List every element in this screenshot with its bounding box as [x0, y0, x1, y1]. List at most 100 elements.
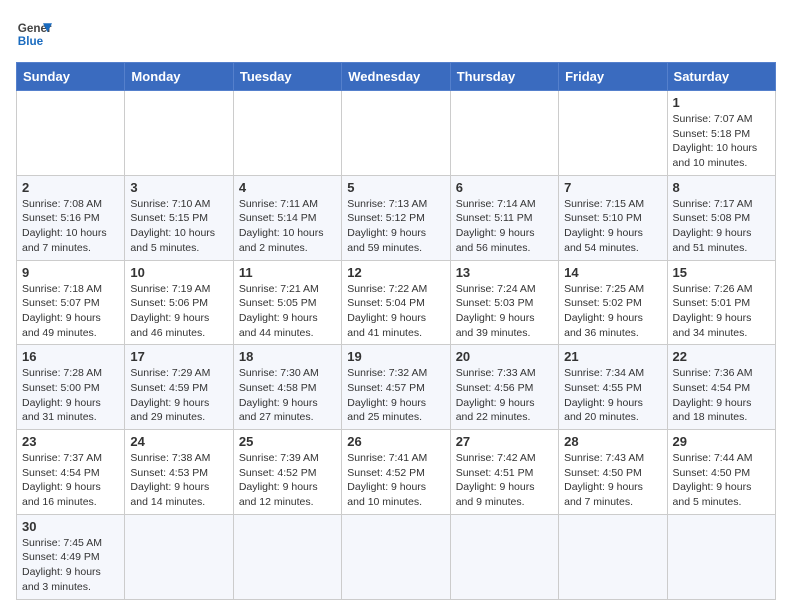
day-number: 29 [673, 434, 770, 449]
day-number: 4 [239, 180, 336, 195]
calendar-cell [450, 91, 558, 176]
calendar-cell: 17 Sunrise: 7:29 AM Sunset: 4:59 PM Dayli… [125, 345, 233, 430]
calendar-cell [342, 514, 450, 599]
calendar-cell: 15 Sunrise: 7:26 AM Sunset: 5:01 PM Dayli… [667, 260, 775, 345]
day-info: Sunrise: 7:25 AM Sunset: 5:02 PM Dayligh… [564, 282, 661, 341]
calendar-cell: 28Sunrise: 7:43 AM Sunset: 4:50 PM Dayli… [559, 430, 667, 515]
logo: General Blue [16, 16, 56, 52]
day-info: Sunrise: 7:38 AM Sunset: 4:53 PM Dayligh… [130, 451, 227, 510]
day-number: 7 [564, 180, 661, 195]
day-number: 25 [239, 434, 336, 449]
day-number: 19 [347, 349, 444, 364]
calendar-cell [667, 514, 775, 599]
day-info: Sunrise: 7:30 AM Sunset: 4:58 PM Dayligh… [239, 366, 336, 425]
calendar-cell [559, 514, 667, 599]
day-info: Sunrise: 7:36 AM Sunset: 4:54 PM Dayligh… [673, 366, 770, 425]
day-number: 27 [456, 434, 553, 449]
day-number: 11 [239, 265, 336, 280]
calendar-cell [125, 514, 233, 599]
day-info: Sunrise: 7:13 AM Sunset: 5:12 PM Dayligh… [347, 197, 444, 256]
day-info: Sunrise: 7:29 AM Sunset: 4:59 PM Dayligh… [130, 366, 227, 425]
calendar-cell: 25Sunrise: 7:39 AM Sunset: 4:52 PM Dayli… [233, 430, 341, 515]
day-number: 14 [564, 265, 661, 280]
calendar-cell [559, 91, 667, 176]
day-number: 6 [456, 180, 553, 195]
day-info: Sunrise: 7:15 AM Sunset: 5:10 PM Dayligh… [564, 197, 661, 256]
day-info: Sunrise: 7:42 AM Sunset: 4:51 PM Dayligh… [456, 451, 553, 510]
calendar-cell: 29 Sunrise: 7:44 AM Sunset: 4:50 PM Dayli… [667, 430, 775, 515]
day-number: 26 [347, 434, 444, 449]
day-info: Sunrise: 7:11 AM Sunset: 5:14 PM Dayligh… [239, 197, 336, 256]
calendar-cell: 30 Sunrise: 7:45 AM Sunset: 4:49 PM Dayli… [17, 514, 125, 599]
day-info: Sunrise: 7:24 AM Sunset: 5:03 PM Dayligh… [456, 282, 553, 341]
day-number: 17 [130, 349, 227, 364]
calendar-cell: 11Sunrise: 7:21 AM Sunset: 5:05 PM Dayli… [233, 260, 341, 345]
calendar-cell: 10 Sunrise: 7:19 AM Sunset: 5:06 PM Dayli… [125, 260, 233, 345]
day-number: 8 [673, 180, 770, 195]
weekday-header-wednesday: Wednesday [342, 63, 450, 91]
day-info: Sunrise: 7:33 AM Sunset: 4:56 PM Dayligh… [456, 366, 553, 425]
calendar-cell: 16 Sunrise: 7:28 AM Sunset: 5:00 PM Dayli… [17, 345, 125, 430]
calendar-table: SundayMondayTuesdayWednesdayThursdayFrid… [16, 62, 776, 600]
calendar-cell [233, 91, 341, 176]
calendar-cell: 6 Sunrise: 7:14 AM Sunset: 5:11 PM Daylig… [450, 175, 558, 260]
calendar-cell: 5 Sunrise: 7:13 AM Sunset: 5:12 PM Daylig… [342, 175, 450, 260]
day-info: Sunrise: 7:14 AM Sunset: 5:11 PM Dayligh… [456, 197, 553, 256]
calendar-cell: 3 Sunrise: 7:10 AM Sunset: 5:15 PM Daylig… [125, 175, 233, 260]
day-number: 16 [22, 349, 119, 364]
day-number: 13 [456, 265, 553, 280]
day-number: 20 [456, 349, 553, 364]
calendar-cell: 8Sunrise: 7:17 AM Sunset: 5:08 PM Daylig… [667, 175, 775, 260]
day-info: Sunrise: 7:45 AM Sunset: 4:49 PM Dayligh… [22, 536, 119, 595]
calendar-cell: 2 Sunrise: 7:08 AM Sunset: 5:16 PM Daylig… [17, 175, 125, 260]
calendar-cell: 24 Sunrise: 7:38 AM Sunset: 4:53 PM Dayli… [125, 430, 233, 515]
svg-text:Blue: Blue [18, 35, 44, 48]
day-number: 2 [22, 180, 119, 195]
day-info: Sunrise: 7:44 AM Sunset: 4:50 PM Dayligh… [673, 451, 770, 510]
calendar-cell: 21 Sunrise: 7:34 AM Sunset: 4:55 PM Dayli… [559, 345, 667, 430]
calendar-cell: 7 Sunrise: 7:15 AM Sunset: 5:10 PM Daylig… [559, 175, 667, 260]
day-number: 30 [22, 519, 119, 534]
day-number: 23 [22, 434, 119, 449]
weekday-header-sunday: Sunday [17, 63, 125, 91]
weekday-header-monday: Monday [125, 63, 233, 91]
calendar-cell: 18 Sunrise: 7:30 AM Sunset: 4:58 PM Dayli… [233, 345, 341, 430]
logo-icon: General Blue [16, 16, 52, 52]
day-info: Sunrise: 7:10 AM Sunset: 5:15 PM Dayligh… [130, 197, 227, 256]
day-number: 3 [130, 180, 227, 195]
day-info: Sunrise: 7:37 AM Sunset: 4:54 PM Dayligh… [22, 451, 119, 510]
day-info: Sunrise: 7:19 AM Sunset: 5:06 PM Dayligh… [130, 282, 227, 341]
calendar-cell: 9Sunrise: 7:18 AM Sunset: 5:07 PM Daylig… [17, 260, 125, 345]
weekday-header-thursday: Thursday [450, 63, 558, 91]
day-number: 24 [130, 434, 227, 449]
day-info: Sunrise: 7:28 AM Sunset: 5:00 PM Dayligh… [22, 366, 119, 425]
day-info: Sunrise: 7:32 AM Sunset: 4:57 PM Dayligh… [347, 366, 444, 425]
calendar-cell: 19 Sunrise: 7:32 AM Sunset: 4:57 PM Dayli… [342, 345, 450, 430]
day-info: Sunrise: 7:22 AM Sunset: 5:04 PM Dayligh… [347, 282, 444, 341]
calendar-cell [17, 91, 125, 176]
day-number: 22 [673, 349, 770, 364]
day-info: Sunrise: 7:08 AM Sunset: 5:16 PM Dayligh… [22, 197, 119, 256]
calendar-cell [233, 514, 341, 599]
day-number: 28 [564, 434, 661, 449]
calendar-cell: 14 Sunrise: 7:25 AM Sunset: 5:02 PM Dayli… [559, 260, 667, 345]
calendar-cell: 12Sunrise: 7:22 AM Sunset: 5:04 PM Dayli… [342, 260, 450, 345]
calendar-cell [342, 91, 450, 176]
day-number: 5 [347, 180, 444, 195]
calendar-cell: 23 Sunrise: 7:37 AM Sunset: 4:54 PM Dayli… [17, 430, 125, 515]
calendar-cell: 1Sunrise: 7:07 AM Sunset: 5:18 PM Daylig… [667, 91, 775, 176]
day-number: 15 [673, 265, 770, 280]
calendar-cell: 27 Sunrise: 7:42 AM Sunset: 4:51 PM Dayli… [450, 430, 558, 515]
day-number: 10 [130, 265, 227, 280]
day-number: 18 [239, 349, 336, 364]
day-info: Sunrise: 7:34 AM Sunset: 4:55 PM Dayligh… [564, 366, 661, 425]
day-number: 9 [22, 265, 119, 280]
calendar-cell [125, 91, 233, 176]
day-number: 21 [564, 349, 661, 364]
calendar-cell: 20 Sunrise: 7:33 AM Sunset: 4:56 PM Dayli… [450, 345, 558, 430]
calendar-cell: 4 Sunrise: 7:11 AM Sunset: 5:14 PM Daylig… [233, 175, 341, 260]
day-info: Sunrise: 7:26 AM Sunset: 5:01 PM Dayligh… [673, 282, 770, 341]
day-info: Sunrise: 7:07 AM Sunset: 5:18 PM Dayligh… [673, 112, 770, 171]
calendar-cell [450, 514, 558, 599]
weekday-header-saturday: Saturday [667, 63, 775, 91]
